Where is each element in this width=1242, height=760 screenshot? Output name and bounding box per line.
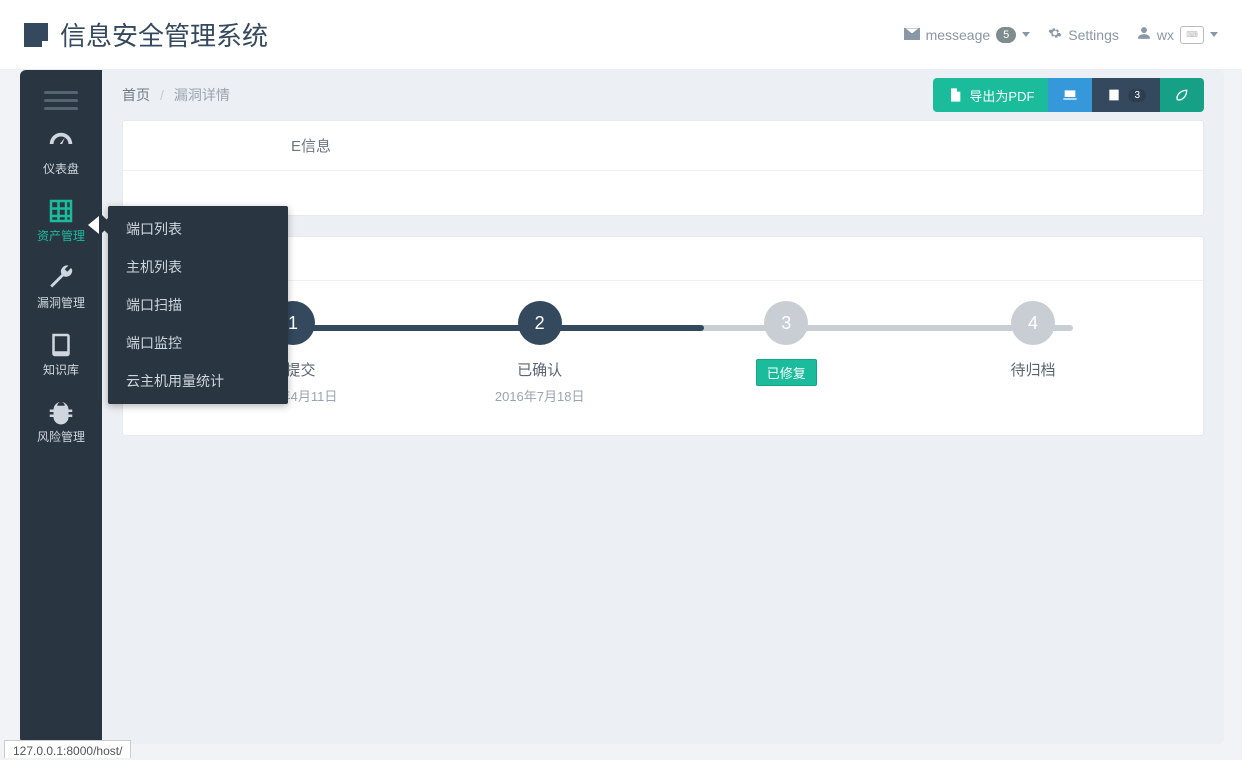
submenu-item-label: 端口列表 [126,221,182,237]
action-bar: 导出为PDF 3 [933,78,1204,112]
envelope-icon [904,27,920,43]
step-4-circle: 4 [1011,301,1055,345]
wrench-icon [20,262,102,294]
breadcrumb-home[interactable]: 首页 [122,85,150,105]
laptop-icon [1062,87,1078,103]
submenu-item-port-monitor[interactable]: 端口监控 [108,324,288,362]
step-3-circle: 3 [764,301,808,345]
submenu-item-label: 端口扫描 [126,297,182,313]
brand-icon [24,23,48,47]
file-icon [947,87,963,103]
submenu-item-label: 主机列表 [126,259,182,275]
content-area: 首页 / 漏洞详情 导出为PDF 3 [102,70,1224,744]
sidebar-item-risk[interactable]: 风险管理 [20,388,102,455]
breadcrumb-current: 漏洞详情 [174,85,230,105]
topbar: 信息安全管理系统 messeage 5 Settings wx ⌨ [0,0,1242,70]
submenu-arrow-icon [88,216,99,234]
submenu-item-host-list[interactable]: 主机列表 [108,248,288,286]
step-2-label: 已确认 [517,359,562,380]
header-row: 首页 / 漏洞详情 导出为PDF 3 [122,70,1204,120]
submenu-assets: 端口列表 主机列表 端口扫描 端口监控 云主机用量统计 [108,206,288,404]
sidebar-item-label: 漏洞管理 [20,294,102,311]
nav-messages-badge: 5 [996,27,1016,43]
laptop-button[interactable] [1048,78,1092,112]
step-2: 2 已确认 2016年7月18日 [460,301,620,405]
bug-icon [20,396,102,428]
submenu-item-label: 端口监控 [126,335,182,351]
browser-status-bar: 127.0.0.1:8000/host/ [4,740,131,758]
caret-icon [1210,32,1218,37]
sidebar-item-dashboard[interactable]: 仪表盘 [20,120,102,187]
panel-info-header-text: E信息 [141,138,331,155]
leaf-icon [1174,87,1190,103]
breadcrumb: 首页 / 漏洞详情 [122,85,230,105]
gear-icon [1048,26,1062,43]
export-pdf-button[interactable]: 导出为PDF [933,78,1048,112]
caret-icon [1022,32,1030,37]
nav-user-label: wx [1157,27,1174,43]
step-1-num: 1 [288,313,298,334]
sidebar-item-label: 知识库 [20,361,102,378]
step-2-circle: 2 [518,301,562,345]
step-2-num: 2 [535,313,545,334]
keyboard-icon: ⌨ [1180,26,1204,44]
step-2-date: 2016年7月18日 [495,386,585,405]
sidebar-toggle[interactable] [44,86,78,114]
step-4-label: 待归档 [1010,359,1055,380]
nav-messages[interactable]: messeage 5 [904,27,1031,43]
submenu-item-port-list[interactable]: 端口列表 [108,210,288,248]
book-icon [20,329,102,361]
status-url: 127.0.0.1:8000/host/ [13,744,122,758]
brand: 信息安全管理系统 [24,16,268,53]
nav-settings-label: Settings [1068,27,1119,43]
calendar-icon [1106,87,1122,103]
main-frame: 仪表盘 资产管理 漏洞管理 知识库 风险管理 [20,70,1224,744]
calendar-badge: 3 [1128,89,1146,102]
leaf-button[interactable] [1160,78,1204,112]
user-icon [1137,26,1151,43]
submenu-item-label: 云主机用量统计 [126,373,224,389]
step-4-num: 4 [1028,313,1038,334]
export-pdf-label: 导出为PDF [969,86,1034,105]
nav-user[interactable]: wx ⌨ [1137,26,1218,44]
submenu-item-port-scan[interactable]: 端口扫描 [108,286,288,324]
sidebar: 仪表盘 资产管理 漏洞管理 知识库 风险管理 [20,70,102,744]
sidebar-item-vuln[interactable]: 漏洞管理 [20,254,102,321]
sidebar-item-label: 仪表盘 [20,160,102,177]
top-nav: messeage 5 Settings wx ⌨ [904,26,1218,44]
step-4: 4 待归档 [953,301,1113,380]
panel-info: E信息 [122,120,1204,216]
step-3-num: 3 [781,313,791,334]
sidebar-item-label: 风险管理 [20,428,102,445]
step-3-badge: 已修复 [756,359,817,386]
dashboard-icon [20,128,102,160]
sidebar-item-knowledge[interactable]: 知识库 [20,321,102,388]
step-3: 3 已修复 [706,301,866,386]
submenu-item-cloud-usage[interactable]: 云主机用量统计 [108,362,288,400]
brand-title: 信息安全管理系统 [60,16,268,53]
panel-info-header: E信息 [123,121,1203,171]
calendar-button[interactable]: 3 [1092,78,1160,112]
nav-settings[interactable]: Settings [1048,26,1119,43]
nav-messages-label: messeage [926,27,991,43]
breadcrumb-sep: / [160,87,164,103]
